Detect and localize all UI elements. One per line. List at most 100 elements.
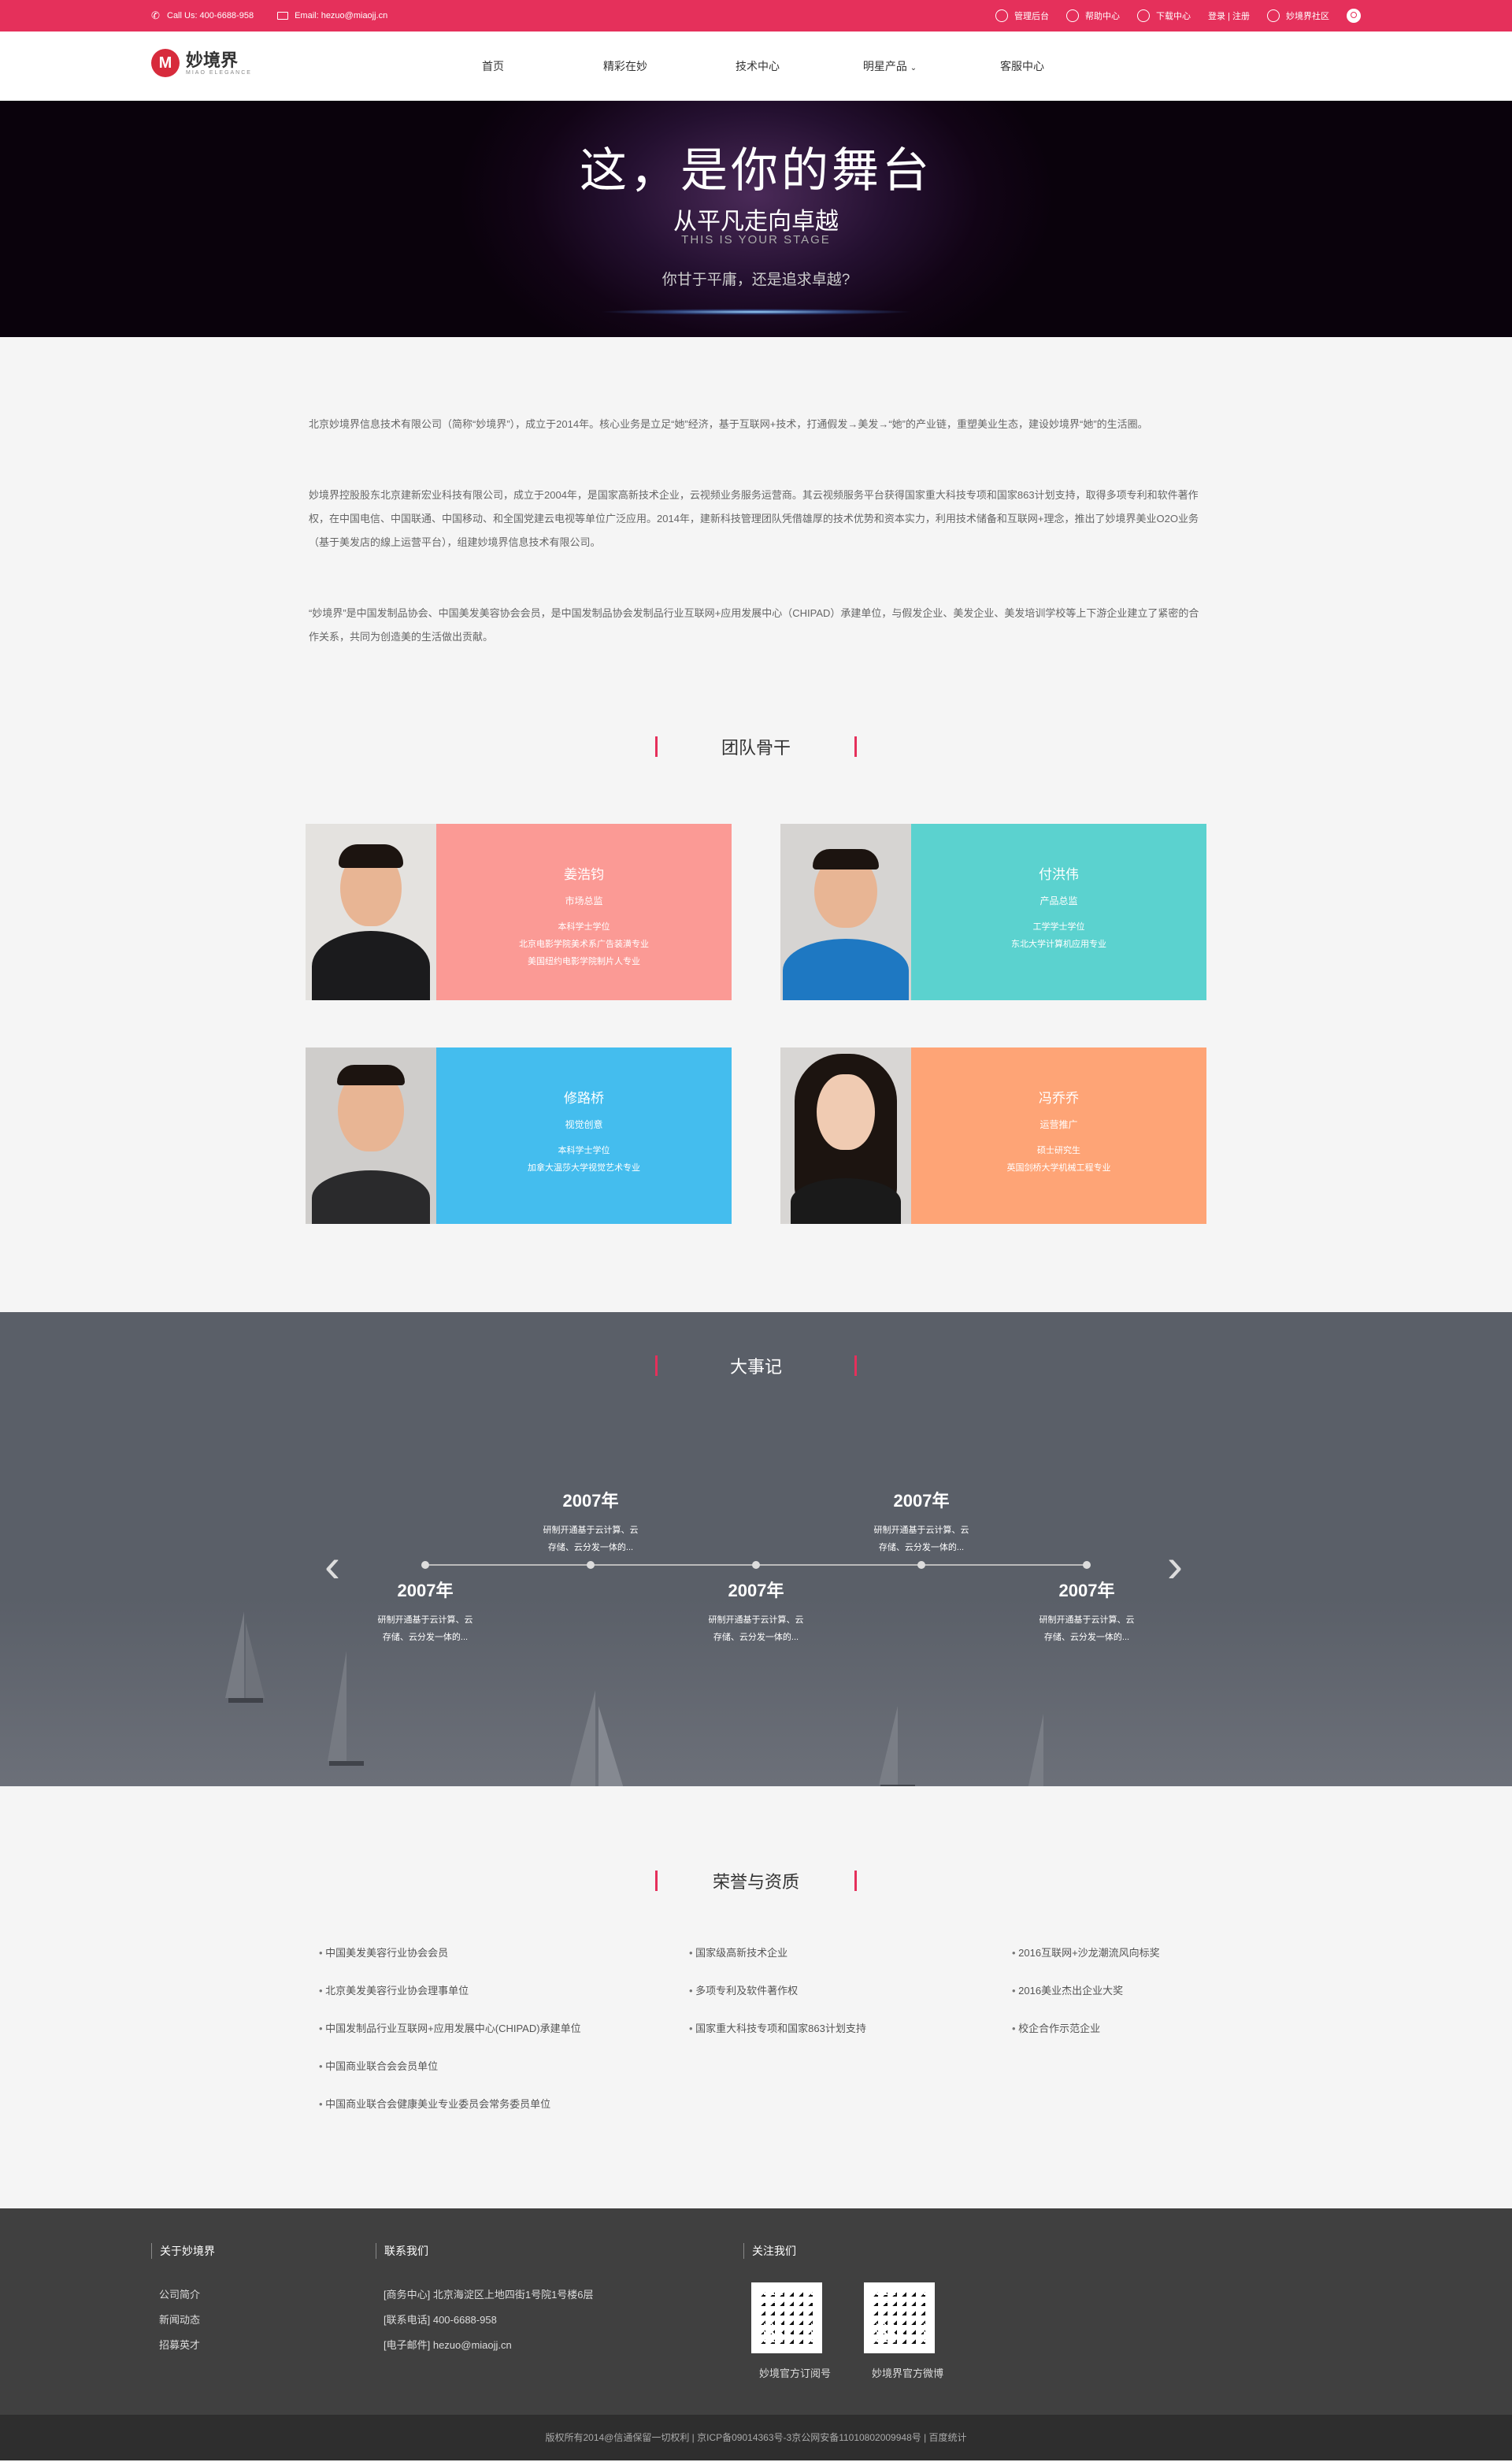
download-link[interactable]: 下载中心 <box>1137 9 1191 22</box>
search-icon[interactable] <box>1347 9 1361 23</box>
event-year: 2007年 <box>562 1491 619 1511</box>
event-desc: 存储、云分发一体的... <box>1043 1633 1130 1642</box>
footer-link-company[interactable]: 公司简介 <box>151 2282 215 2308</box>
event-desc: 存储、云分发一体的... <box>382 1633 469 1642</box>
logo-name: 妙境界 <box>186 50 239 70</box>
mail-icon <box>277 12 289 20</box>
honors-section-title: 荣誉与资质 <box>0 1865 1512 1897</box>
team-card[interactable]: 修路桥 视觉创意 本科学士学位 加拿大温莎大学视觉艺术专业 <box>306 1047 732 1224</box>
footer-about-title: 关于妙境界 <box>151 2243 215 2259</box>
member-desc: 北京电影学院美术系广告装潢专业 <box>519 940 649 949</box>
sailboat-icon <box>328 1651 364 1766</box>
qr-code-icon <box>864 2282 936 2353</box>
footer-email[interactable]: [电子邮件] hezuo@miaojj.cn <box>376 2333 594 2358</box>
timeline-event[interactable]: 2007年 研制开通基于云计算、云 存储、云分发一体的... <box>354 1577 496 1646</box>
honor-item: 北京美发美容行业协会理事单位 <box>319 1982 689 2019</box>
timeline-event[interactable]: 2007年 研制开通基于云计算、云 存储、云分发一体的... <box>520 1487 662 1556</box>
nav-products[interactable]: 明星产品 ⌄ <box>824 58 956 74</box>
timeline-dot[interactable] <box>1083 1561 1091 1569</box>
banner-english: THIS IS YOUR STAGE <box>681 233 831 247</box>
member-name: 姜浩钧 <box>564 867 604 882</box>
event-year: 2007年 <box>893 1491 950 1511</box>
timeline-dot[interactable] <box>421 1561 429 1569</box>
sailboat-icon <box>225 1611 265 1703</box>
logo-sub: MIAO ELEGANCE <box>186 69 252 76</box>
member-photo <box>780 1047 911 1224</box>
event-desc: 研制开通基于云计算、云 <box>1039 1615 1135 1625</box>
intro-paragraph: 妙境界控股股东北京建新宏业科技有限公司，成立于2004年，是国家高新技术企业，云… <box>309 489 1199 548</box>
member-name: 冯乔乔 <box>1039 1091 1079 1106</box>
honor-item: 多项专利及软件著作权 <box>689 1982 1012 2019</box>
member-desc: 本科学士学位 <box>558 1146 610 1155</box>
nav-highlights[interactable]: 精彩在妙 <box>559 58 691 74</box>
events-title: 大事记 <box>729 1357 782 1377</box>
admin-link[interactable]: 管理后台 <box>995 9 1049 22</box>
hero-banner: 这，是你的舞台 从平凡走向卓越 THIS IS YOUR STAGE 你甘于平庸… <box>0 101 1512 337</box>
member-desc: 美国纽约电影学院制片人专业 <box>528 957 640 966</box>
qr-code-icon <box>751 2282 822 2353</box>
banner-title: 这，是你的舞台 <box>580 144 932 197</box>
nav-products-label: 明星产品 <box>862 60 907 72</box>
download-label: 下载中心 <box>1156 12 1191 21</box>
events-section-title: 大事记 <box>0 1350 1512 1381</box>
download-icon <box>1137 9 1151 22</box>
footer-link-jobs[interactable]: 招募英才 <box>151 2333 215 2358</box>
team-card[interactable]: 付洪伟 产品总监 工学学士学位 东北大学计算机应用专业 <box>780 824 1206 1000</box>
title-bar <box>854 1871 857 1891</box>
nav-home[interactable]: 首页 <box>427 58 559 74</box>
member-info: 修路桥 视觉创意 本科学士学位 加拿大温莎大学视觉艺术专业 <box>436 1047 732 1224</box>
member-desc: 硕士研究生 <box>1037 1146 1080 1155</box>
login-register-link[interactable]: 登录 | 注册 <box>1208 9 1250 22</box>
photo-hair <box>339 844 403 868</box>
team-card[interactable]: 姜浩钧 市场总监 本科学士学位 北京电影学院美术系广告装潢专业 美国纽约电影学院… <box>306 824 732 1000</box>
timeline-dot[interactable] <box>917 1561 925 1569</box>
phone-icon: ✆ <box>151 9 160 21</box>
member-role: 运营推广 <box>1040 1119 1078 1130</box>
qr-weibo: 妙境界官方微博 <box>856 2282 943 2386</box>
sailboats-background <box>0 1312 1512 1786</box>
footer-contact: 联系我们 [商务中心] 北京海淀区上地四街1号院1号楼6层 [联系电话] 400… <box>376 2243 594 2358</box>
timeline-dot[interactable] <box>587 1561 595 1569</box>
community-label: 妙境界社区 <box>1286 12 1329 21</box>
timeline-dot[interactable] <box>752 1561 760 1569</box>
timeline-event[interactable]: 2007年 研制开通基于云计算、云 存储、云分发一体的... <box>685 1577 827 1646</box>
timeline-event[interactable]: 2007年 研制开通基于云计算、云 存储、云分发一体的... <box>850 1487 992 1556</box>
footer-about: 关于妙境界 公司简介 新闻动态 招募英才 <box>151 2243 215 2358</box>
member-desc: 加拿大温莎大学视觉艺术专业 <box>528 1163 640 1173</box>
chevron-left-icon[interactable]: ‹ <box>324 1541 343 1591</box>
timeline-event[interactable]: 2007年 研制开通基于云计算、云 存储、云分发一体的... <box>1016 1577 1158 1646</box>
intro-paragraph: “妙境界”是中国发制品协会、中国美发美容协会会员，是中国发制品协会发制品行业互联… <box>309 607 1199 643</box>
logo[interactable]: M 妙境界 MIAO ELEGANCE <box>151 49 252 77</box>
footer-contact-title: 联系我们 <box>376 2243 594 2259</box>
help-label: 帮助中心 <box>1085 12 1121 21</box>
nav-service[interactable]: 客服中心 <box>956 58 1088 74</box>
photo-body <box>312 1170 430 1224</box>
stage-light <box>598 309 914 315</box>
honor-item: 中国商业联合会健康美业专业委员会常务委员单位 <box>319 2095 689 2133</box>
phone-info: ✆ Call Us: 400-6688-958 <box>151 9 254 21</box>
help-link[interactable]: 帮助中心 <box>1066 9 1120 22</box>
footer-link-news[interactable]: 新闻动态 <box>151 2308 215 2333</box>
member-desc: 工学学士学位 <box>1032 922 1085 932</box>
footer-follow-title: 关注我们 <box>743 2243 943 2259</box>
team-card[interactable]: 冯乔乔 运营推广 硕士研究生 英国剑桥大学机械工程专业 <box>780 1047 1206 1224</box>
member-desc: 英国剑桥大学机械工程专业 <box>1006 1163 1111 1173</box>
honor-item: 中国美发美容行业协会会员 <box>319 1944 689 1982</box>
sailboat-icon <box>879 1706 915 1786</box>
event-desc: 存储、云分发一体的... <box>547 1543 634 1552</box>
member-desc: 本科学士学位 <box>558 922 610 932</box>
community-link[interactable]: 妙境界社区 <box>1267 9 1329 22</box>
member-role: 产品总监 <box>1040 895 1078 907</box>
sailboat-icon <box>1028 1714 1043 1786</box>
email-info: Email: hezuo@miaojj.cn <box>277 11 387 20</box>
copyright: 版权所有2014@信通保留一切权利 | 京ICP备09014363号-3京公网安… <box>0 2415 1512 2460</box>
nav-tech-center[interactable]: 技术中心 <box>691 58 824 74</box>
company-intro: 北京妙境界信息技术有限公司（简称“妙境界”），成立于2014年。核心业务是立足“… <box>309 337 1203 649</box>
photo-body <box>312 931 430 1000</box>
honor-item: 2016互联网+沙龙潮流风向标奖 <box>1012 1944 1193 1982</box>
chevron-right-icon[interactable]: › <box>1167 1541 1186 1591</box>
help-icon <box>1066 9 1080 22</box>
admin-icon <box>995 9 1009 22</box>
footer-follow: 关注我们 妙境官方订阅号 妙境界官方微博 <box>743 2243 943 2386</box>
honors-list: 中国美发美容行业协会会员 北京美发美容行业协会理事单位 中国发制品行业互联网+应… <box>319 1944 1193 2133</box>
